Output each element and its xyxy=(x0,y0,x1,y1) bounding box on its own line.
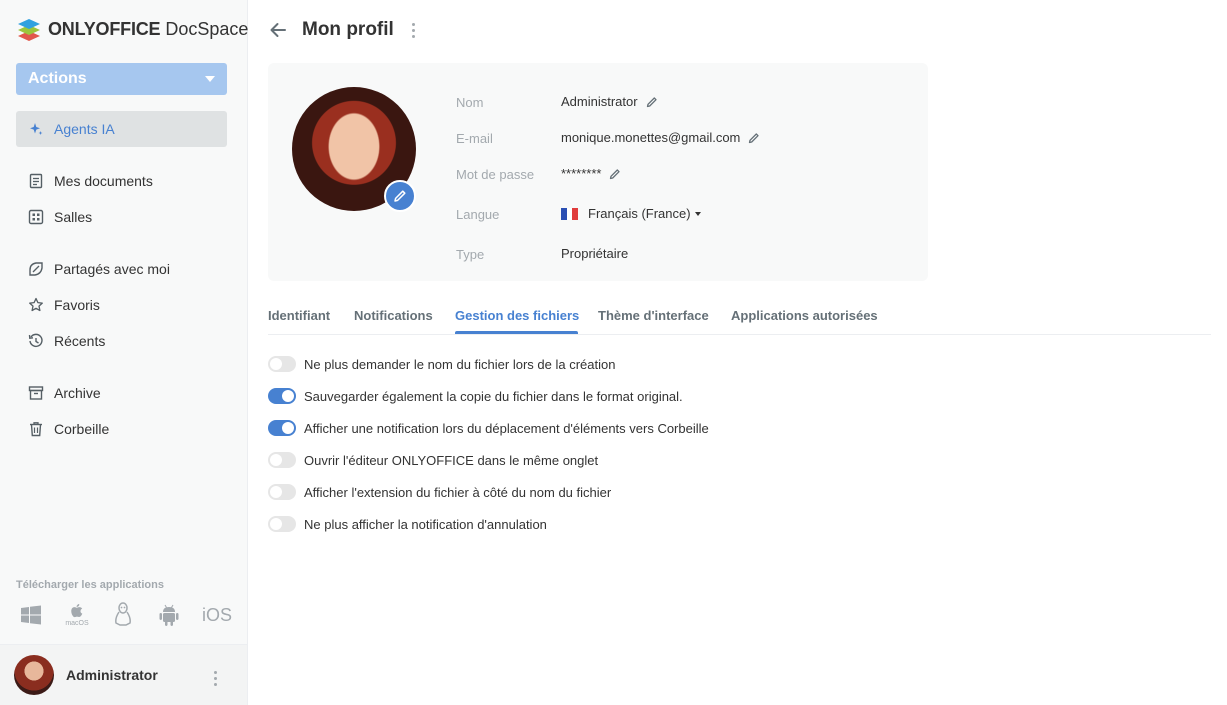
toggle-switch[interactable] xyxy=(268,356,296,372)
chevron-down-icon xyxy=(205,76,215,82)
setting-row[interactable]: Ne plus afficher la notification d'annul… xyxy=(268,514,547,534)
user-name: Administrator xyxy=(66,667,158,683)
history-icon xyxy=(28,333,44,349)
document-icon xyxy=(28,173,44,189)
setting-label: Ne plus demander le nom du fichier lors … xyxy=(304,356,616,372)
profile-card: Nom Administrator E-mail monique.monette… xyxy=(268,63,928,281)
download-apps-list: macOS iOS xyxy=(18,601,232,629)
star-icon xyxy=(28,297,44,313)
setting-row[interactable]: Ne plus demander le nom du fichier lors … xyxy=(268,354,615,374)
name-label: Nom xyxy=(456,95,484,110)
sidebar-item-recents[interactable]: Récents xyxy=(16,323,227,359)
setting-label: Sauvegarder également la copie du fichie… xyxy=(304,388,683,404)
shared-icon xyxy=(28,261,44,277)
sidebar-item-salles[interactable]: Salles xyxy=(16,199,227,235)
sidebar-item-corbeille[interactable]: Corbeille xyxy=(16,411,227,447)
language-label: Langue xyxy=(456,207,500,222)
password-text: ******** xyxy=(561,166,602,181)
logo-icon xyxy=(18,19,40,41)
toggle-switch[interactable] xyxy=(268,516,296,532)
france-flag-icon xyxy=(561,207,579,220)
sidebar-item-label: Salles xyxy=(54,209,93,225)
email-text: monique.monettes@gmail.com xyxy=(561,130,741,145)
tab-applications-autorisees[interactable]: Applications autorisées xyxy=(731,308,878,323)
type-label: Type xyxy=(456,247,485,262)
password-value: ******** xyxy=(561,166,621,181)
user-profile-bar[interactable]: Administrator xyxy=(0,644,247,705)
page-header: Mon profil xyxy=(268,16,415,44)
edit-password-pencil-icon[interactable] xyxy=(609,168,621,180)
setting-label: Ouvrir l'éditeur ONLYOFFICE dans le même… xyxy=(304,452,599,468)
chevron-down-icon xyxy=(694,211,701,216)
profile-tabs: Identifiant Notifications Gestion des fi… xyxy=(268,300,1211,335)
page-title: Mon profil xyxy=(302,19,394,40)
pencil-icon xyxy=(394,190,406,202)
rooms-icon xyxy=(28,209,44,225)
tab-identifiant[interactable]: Identifiant xyxy=(268,308,330,323)
android-icon[interactable] xyxy=(156,601,182,629)
password-label: Mot de passe xyxy=(456,167,535,182)
sidebar-item-label: Récents xyxy=(54,333,106,349)
ios-icon[interactable]: iOS xyxy=(202,601,232,629)
email-label: E-mail xyxy=(456,131,493,146)
sidebar-item-label: Mes documents xyxy=(54,173,153,189)
setting-row[interactable]: Afficher l'extension du fichier à côté d… xyxy=(268,482,611,502)
tab-notifications[interactable]: Notifications xyxy=(354,308,433,323)
sidebar-item-archive[interactable]: Archive xyxy=(16,375,227,411)
sidebar-item-label: Corbeille xyxy=(54,421,110,437)
language-text: Français (France) xyxy=(588,206,691,221)
toggle-switch[interactable] xyxy=(268,484,296,500)
edit-avatar-button[interactable] xyxy=(384,180,416,212)
setting-row[interactable]: Sauvegarder également la copie du fichie… xyxy=(268,386,683,406)
edit-name-pencil-icon[interactable] xyxy=(646,96,658,108)
sidebar-item-mes-documents[interactable]: Mes documents xyxy=(16,163,227,199)
setting-label: Afficher une notification lors du déplac… xyxy=(304,420,709,436)
sidebar-item-favoris[interactable]: Favoris xyxy=(16,287,227,323)
toggle-switch[interactable] xyxy=(268,452,296,468)
download-apps-title: Télécharger les applications xyxy=(16,579,164,591)
sidebar-item-label: Agents IA xyxy=(54,121,115,137)
type-text: Propriétaire xyxy=(561,246,629,261)
name-value: Administrator xyxy=(561,94,658,109)
setting-label: Afficher l'extension du fichier à côté d… xyxy=(304,484,612,500)
actions-button-label: Actions xyxy=(28,70,87,87)
sidebar-item-label: Partagés avec moi xyxy=(54,261,170,277)
language-select[interactable]: Français (France) xyxy=(561,206,701,221)
macos-icon[interactable]: macOS xyxy=(64,601,90,629)
tab-gestion-fichiers[interactable]: Gestion des fichiers xyxy=(455,308,579,323)
logo-text: ONLYOFFICE DocSpace xyxy=(48,18,249,39)
trash-icon xyxy=(28,421,44,437)
back-arrow-icon[interactable] xyxy=(268,20,288,40)
macos-label: macOS xyxy=(65,620,89,627)
active-tab-indicator xyxy=(455,331,578,334)
email-value: monique.monettes@gmail.com xyxy=(561,130,760,145)
sidebar-item-label: Archive xyxy=(54,385,101,401)
sidebar-item-agents-ia[interactable]: Agents IA xyxy=(16,111,227,147)
edit-email-pencil-icon[interactable] xyxy=(748,132,760,144)
sidebar-item-label: Favoris xyxy=(54,297,100,313)
windows-icon[interactable] xyxy=(18,601,44,629)
sidebar-item-partages[interactable]: Partagés avec moi xyxy=(16,251,227,287)
setting-row[interactable]: Ouvrir l'éditeur ONLYOFFICE dans le même… xyxy=(268,450,598,470)
archive-icon xyxy=(28,385,44,401)
type-value: Propriétaire xyxy=(561,246,628,261)
actions-button[interactable]: Actions xyxy=(16,63,227,95)
logo[interactable]: ONLYOFFICE DocSpace xyxy=(16,16,248,42)
more-vertical-icon[interactable] xyxy=(214,671,217,686)
setting-label: Ne plus afficher la notification d'annul… xyxy=(304,516,547,532)
linux-icon[interactable] xyxy=(110,601,136,629)
tab-theme-interface[interactable]: Thème d'interface xyxy=(598,308,709,323)
more-vertical-icon[interactable] xyxy=(411,22,415,38)
name-text: Administrator xyxy=(561,94,638,109)
avatar[interactable] xyxy=(14,655,54,695)
setting-row[interactable]: Afficher une notification lors du déplac… xyxy=(268,418,709,438)
sidebar: ONLYOFFICE DocSpace Actions Agents IA Me… xyxy=(0,0,248,705)
toggle-switch[interactable] xyxy=(268,420,296,436)
toggle-switch[interactable] xyxy=(268,388,296,404)
sparkle-icon xyxy=(28,121,44,137)
